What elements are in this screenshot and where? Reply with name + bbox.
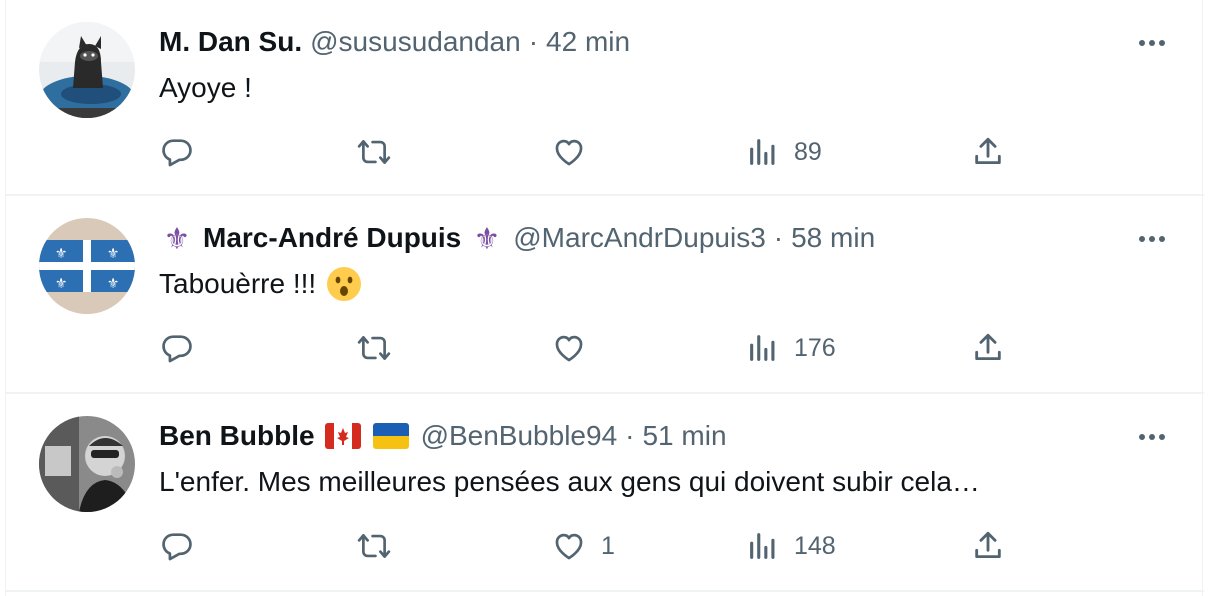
- retweet-icon: [357, 140, 391, 164]
- tweet-text-content: Ayoye !: [159, 72, 252, 103]
- avatar[interactable]: [39, 22, 135, 118]
- display-name-container[interactable]: ⚜ Marc-André Dupuis ⚜: [159, 220, 505, 256]
- retweet-icon: [357, 534, 391, 558]
- view-count: 148: [794, 531, 836, 560]
- reply-icon: [162, 335, 192, 363]
- tweet-header: M. Dan Su. @susus‌udandan · 42 min: [159, 24, 630, 60]
- svg-text:⚜: ⚜: [107, 275, 120, 291]
- views-chart-icon: [750, 533, 775, 559]
- tweet-text-content: Tabouèrre !!!: [159, 268, 317, 299]
- timestamp[interactable]: 58 min: [791, 222, 875, 254]
- heart-icon: [555, 533, 583, 560]
- tweet-actions: 1 148: [6, 526, 1204, 566]
- retweet-button[interactable]: [356, 132, 392, 172]
- reply-feed: M. Dan Su. @susus‌udandan · 42 min Ayoye…: [5, 0, 1204, 596]
- more-options-icon[interactable]: [1134, 422, 1170, 452]
- tweet-text: Ayoye !: [159, 70, 252, 106]
- separator-dot: ·: [528, 26, 539, 57]
- svg-text:⚜: ⚜: [164, 223, 191, 256]
- tweet-header: Ben Bubble @BenBubble94 · 51 min: [159, 418, 727, 454]
- canada-flag-emoji: [324, 423, 361, 449]
- user-handle[interactable]: @MarcAndrDupuis3: [513, 222, 766, 254]
- share-icon: [975, 137, 1001, 165]
- share-button[interactable]: [971, 526, 1005, 566]
- svg-text:⚜: ⚜: [107, 245, 120, 261]
- share-icon: [975, 333, 1001, 361]
- separator-dot: ·: [625, 420, 635, 451]
- tweet-text: Tabouèrre !!!: [159, 266, 362, 302]
- tweet-actions: 176: [6, 328, 1204, 368]
- heart-icon: [555, 335, 583, 362]
- timestamp[interactable]: 42 min: [546, 26, 630, 58]
- avatar[interactable]: [39, 416, 135, 512]
- view-count: 176: [794, 333, 836, 362]
- timestamp[interactable]: 51 min: [642, 420, 726, 452]
- display-name[interactable]: Marc-André Dupuis: [203, 222, 461, 254]
- user-handle[interactable]: @BenBubble94: [421, 420, 618, 452]
- like-button[interactable]: [551, 328, 601, 368]
- like-button[interactable]: 1: [551, 526, 615, 566]
- share-button[interactable]: [971, 132, 1005, 172]
- reply-button[interactable]: [160, 328, 194, 368]
- tweet-header: ⚜ Marc-André Dupuis ⚜ @MarcAndrDupuis3 ·…: [159, 220, 876, 256]
- display-name-container[interactable]: Ben Bubble: [159, 420, 409, 452]
- fleur-de-lis-emoji: ⚜: [159, 220, 195, 256]
- tweet-actions: 89: [6, 132, 1204, 172]
- tweet[interactable]: ⚜ ⚜ ⚜ ⚜ ⚜ Marc-André Dupuis ⚜ @MarcAndrD…: [6, 196, 1204, 394]
- share-button[interactable]: [971, 328, 1005, 368]
- ukraine-flag-emoji: [372, 423, 409, 449]
- retweet-button[interactable]: [356, 526, 392, 566]
- tweet[interactable]: Ben Bubble @BenBubble94 · 51 min L'enfer…: [6, 394, 1204, 592]
- more-options-icon[interactable]: [1134, 28, 1170, 58]
- view-count: 89: [794, 137, 822, 166]
- svg-text:⚜: ⚜: [474, 223, 501, 256]
- views-button[interactable]: 176: [746, 328, 836, 368]
- like-button[interactable]: [551, 132, 601, 172]
- views-button[interactable]: 148: [746, 526, 836, 566]
- user-handle[interactable]: @susus‌udandan: [310, 26, 521, 58]
- views-button[interactable]: 89: [746, 132, 822, 172]
- svg-text:⚜: ⚜: [55, 245, 68, 261]
- heart-icon: [555, 139, 583, 166]
- tweet[interactable]: M. Dan Su. @susus‌udandan · 42 min Ayoye…: [6, 0, 1204, 196]
- reply-icon: [162, 533, 192, 561]
- astonished-face-emoji: [326, 266, 362, 302]
- fleur-de-lis-emoji: ⚜: [469, 220, 505, 256]
- avatar[interactable]: ⚜ ⚜ ⚜ ⚜: [39, 218, 135, 314]
- tweet-text: L'enfer. Mes meilleures pensées aux gens…: [159, 464, 980, 500]
- separator-dot: ·: [773, 222, 784, 253]
- retweet-button[interactable]: [356, 328, 392, 368]
- reply-icon: [162, 139, 192, 167]
- tweet-text-content: L'enfer. Mes meilleures pensées aux gens…: [159, 466, 980, 497]
- reply-button[interactable]: [160, 526, 194, 566]
- more-options-icon[interactable]: [1134, 224, 1170, 254]
- display-name[interactable]: Ben Bubble: [159, 420, 315, 452]
- retweet-icon: [357, 336, 391, 360]
- reply-button[interactable]: [160, 132, 194, 172]
- views-chart-icon: [750, 139, 775, 165]
- like-count: 1: [601, 531, 615, 560]
- share-icon: [975, 531, 1001, 559]
- display-name[interactable]: M. Dan Su.: [159, 26, 302, 58]
- views-chart-icon: [750, 335, 775, 361]
- svg-text:⚜: ⚜: [55, 275, 68, 291]
